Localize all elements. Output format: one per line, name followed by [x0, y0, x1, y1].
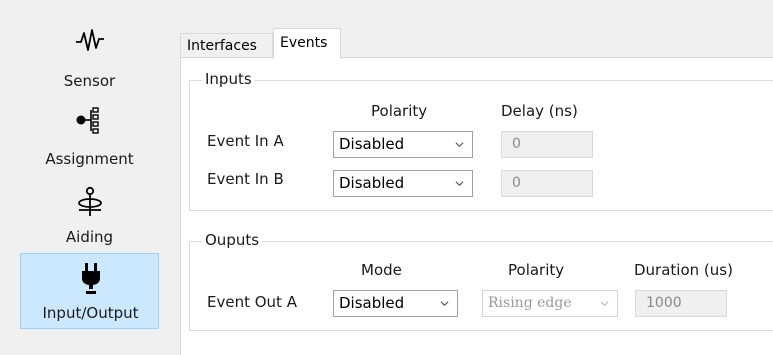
chevron-down-icon	[440, 301, 449, 307]
event-in-a-label: Event In A	[207, 132, 284, 150]
event-in-b-label: Event In B	[207, 170, 284, 188]
chevron-down-icon	[600, 301, 609, 307]
assignment-tree-icon	[20, 102, 159, 142]
outputs-group-title: Ouputs	[202, 231, 263, 249]
waveform-icon	[20, 20, 159, 60]
sidebar-item-label: Assignment	[45, 150, 134, 168]
select-value: Disabled	[339, 294, 405, 312]
tab-events[interactable]: Events	[273, 28, 341, 59]
sidebar-item-sensor[interactable]: Sensor	[20, 20, 159, 95]
output-polarity-header: Polarity	[508, 261, 565, 279]
sidebar: Sensor Assignment Aiding Input/Output	[0, 0, 168, 355]
chevron-down-icon	[455, 181, 464, 187]
event-in-b-delay-field[interactable]: 0	[501, 170, 593, 197]
sidebar-item-assignment[interactable]: Assignment	[20, 96, 159, 171]
satellite-icon	[20, 182, 159, 222]
sidebar-item-aiding[interactable]: Aiding	[20, 182, 159, 257]
polarity-header: Polarity	[371, 102, 428, 120]
event-in-b-polarity-select[interactable]: Disabled	[333, 170, 473, 197]
inputs-group: Inputs Polarity Delay (ns) Event In A Di…	[189, 70, 773, 211]
select-value: Disabled	[339, 135, 405, 153]
sidebar-item-label: Sensor	[63, 72, 116, 90]
events-panel: Inputs Polarity Delay (ns) Event In A Di…	[180, 57, 773, 355]
mode-header: Mode	[361, 261, 402, 279]
event-in-a-delay-field[interactable]: 0	[501, 131, 593, 158]
event-out-a-duration-field[interactable]: 1000	[635, 290, 727, 317]
duration-header: Duration (us)	[634, 261, 733, 279]
event-out-a-polarity-select[interactable]: Rising edge	[482, 290, 618, 317]
outputs-group: Ouputs Mode Polarity Duration (us) Event…	[189, 231, 773, 331]
delay-header: Delay (ns)	[501, 102, 578, 120]
sidebar-item-label: Input/Output	[42, 304, 139, 322]
sidebar-item-label: Aiding	[65, 228, 114, 246]
inputs-group-title: Inputs	[202, 70, 255, 88]
event-in-a-polarity-select[interactable]: Disabled	[333, 131, 473, 158]
select-value: Rising edge	[488, 295, 572, 311]
sidebar-item-input-output[interactable]: Input/Output	[20, 253, 159, 329]
event-out-a-label: Event Out A	[207, 293, 297, 311]
tab-interfaces[interactable]: Interfaces	[180, 33, 273, 58]
plug-icon	[21, 258, 160, 298]
select-value: Disabled	[339, 174, 405, 192]
event-out-a-mode-select[interactable]: Disabled	[333, 290, 458, 317]
chevron-down-icon	[455, 142, 464, 148]
